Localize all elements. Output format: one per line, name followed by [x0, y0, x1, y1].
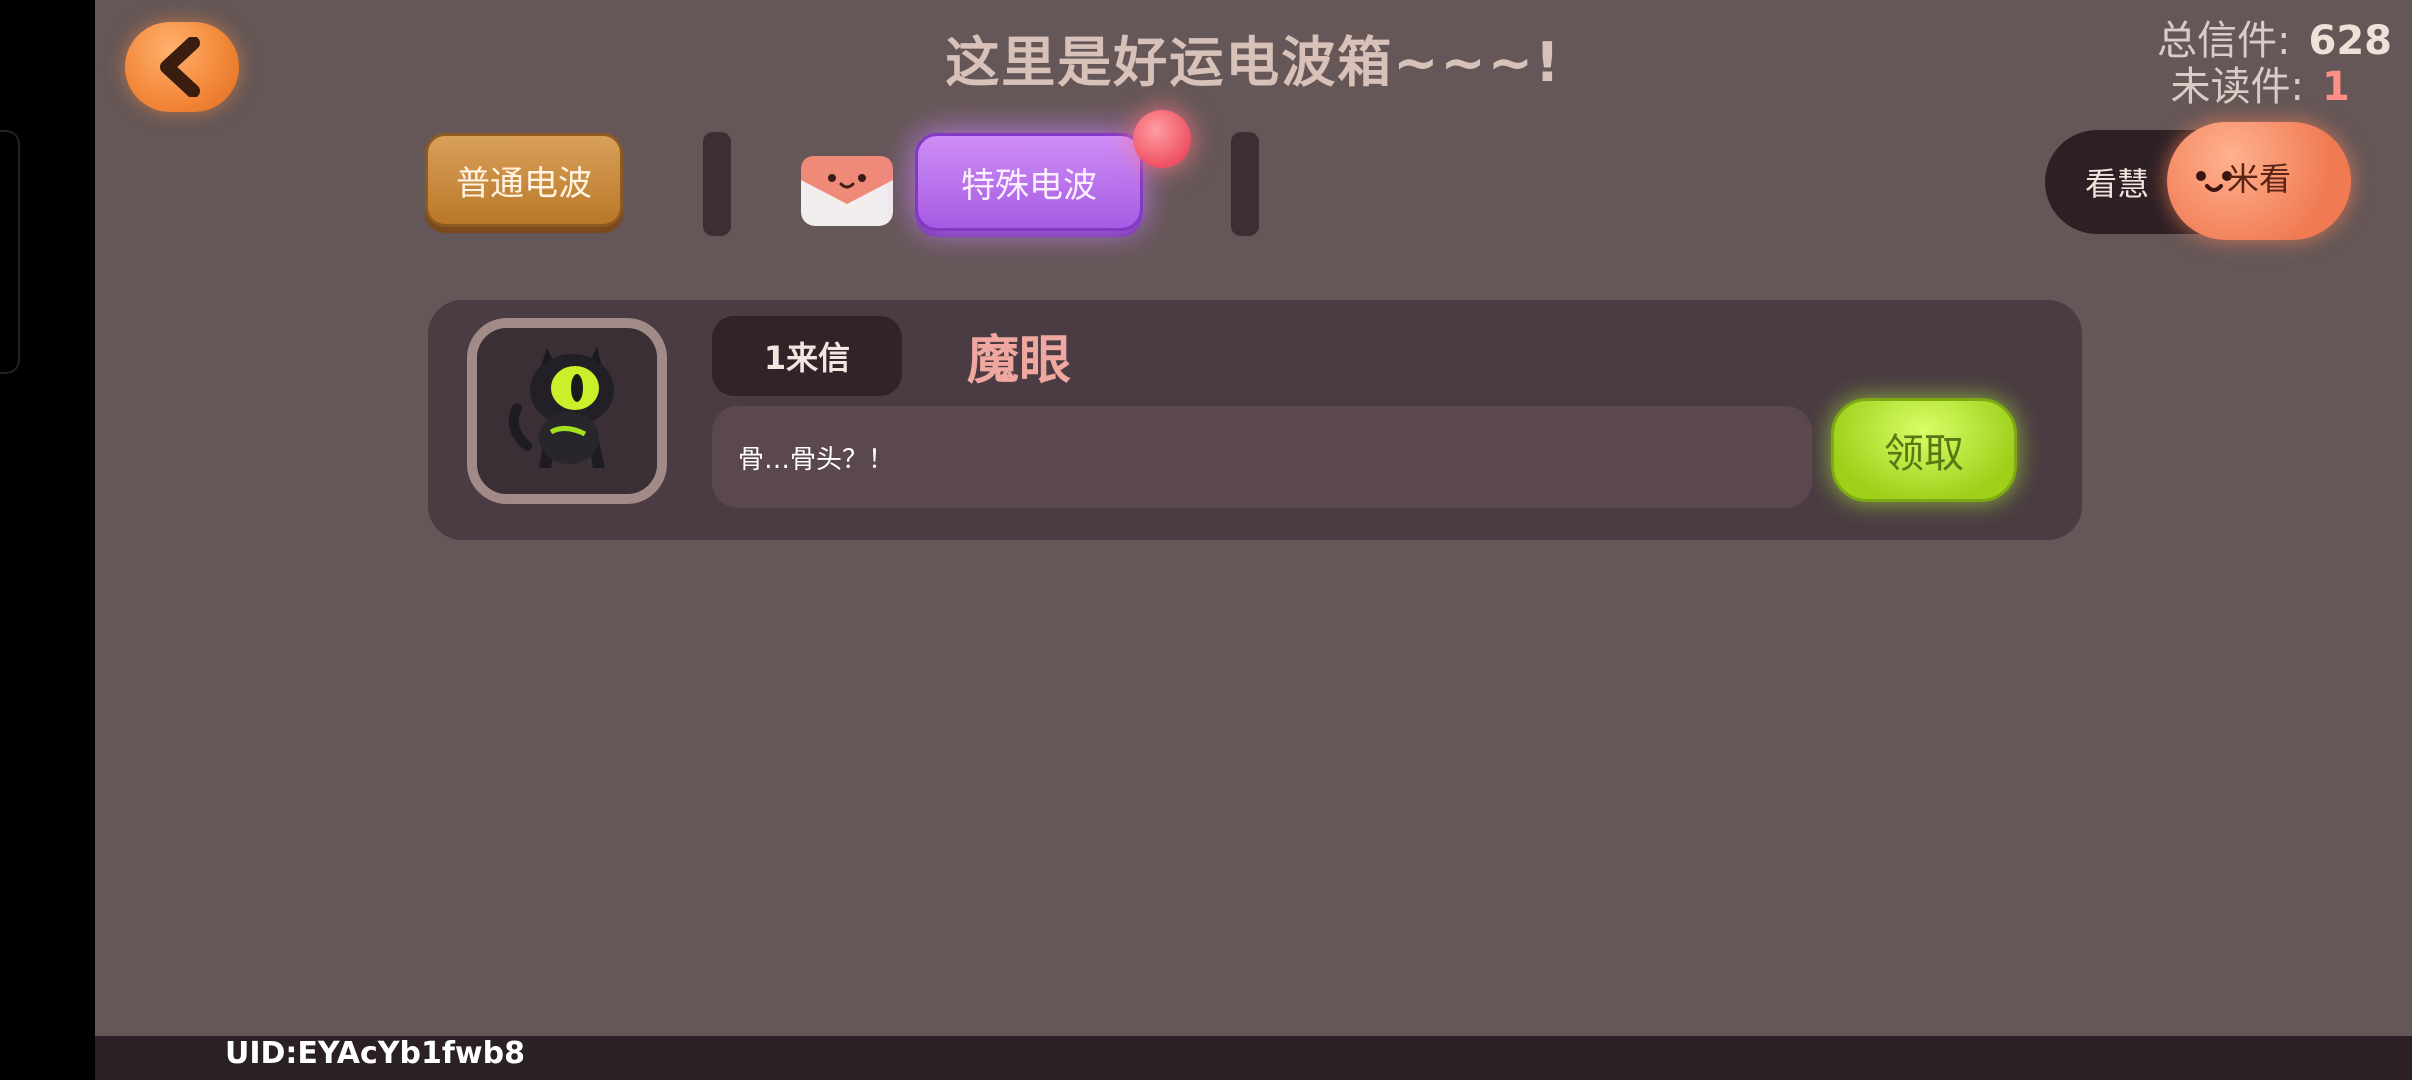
envelope-icon — [801, 156, 893, 226]
tab-divider — [1231, 132, 1259, 236]
ad-label-suffix: 米看 — [2227, 160, 2292, 198]
sender-avatar[interactable] — [467, 318, 667, 504]
tab-normal-waves[interactable]: 普通电波 — [425, 133, 623, 227]
tab-special-waves[interactable]: 特殊电波 — [915, 133, 1143, 231]
unread-mail-label: 未读件: — [2170, 64, 2304, 110]
notification-dot — [1133, 110, 1191, 168]
cat-eye-creature-icon — [477, 328, 657, 494]
mail-stats: 总信件: 628 未读件: 1 — [2092, 18, 2392, 110]
page-title: 这里是好运电波箱~~~! — [945, 31, 1562, 94]
tab-divider — [703, 132, 731, 236]
unread-mail-count: 1 — [2322, 64, 2350, 110]
letter-count-badge: 1来信 — [712, 316, 902, 396]
claim-button[interactable]: 领取 — [1831, 398, 2017, 502]
total-mail-label: 总信件: — [2157, 18, 2291, 64]
ad-label-prefix: 看慧 — [2085, 165, 2150, 203]
mailbox-screen: 这里是好运电波箱~~~! 总信件: 628 未读件: 1 普通电波 特殊电波 看… — [95, 0, 2412, 1080]
user-id-label: UID:EYAcYb1fwb8 — [225, 1036, 525, 1071]
sender-name: 魔眼 — [967, 331, 1072, 391]
total-mail-count: 628 — [2308, 18, 2393, 64]
message-text: 骨…骨头？！ — [738, 444, 895, 475]
side-bezel — [0, 130, 20, 374]
message-text-box: 骨…骨头？！ — [712, 406, 1812, 508]
